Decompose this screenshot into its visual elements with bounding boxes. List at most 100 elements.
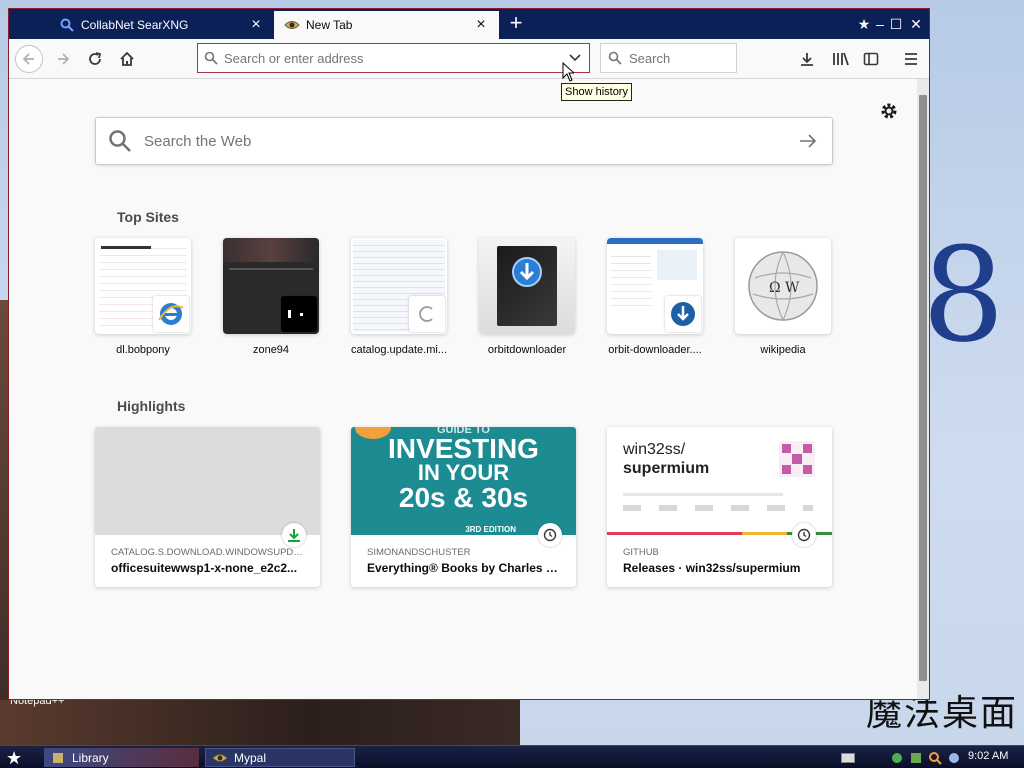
tab-new-tab[interactable]: New Tab × — [274, 11, 499, 39]
site-thumbnail — [223, 238, 319, 334]
site-title: orbit-downloader.... — [608, 344, 702, 356]
site-thumbnail: Ω W — [735, 238, 831, 334]
site-title: orbitdownloader — [487, 344, 567, 356]
search-go-button[interactable] — [784, 134, 832, 148]
library-app-icon — [50, 750, 66, 766]
top-site-tile[interactable]: orbitdownloader — [479, 238, 575, 356]
orbit-downloader-icon — [665, 296, 701, 332]
taskbar-item-library[interactable]: Library — [44, 748, 199, 767]
taskbar-item-label: Mypal — [234, 750, 267, 765]
download-icon — [282, 523, 306, 547]
highlight-card[interactable]: CATALOG.S.DOWNLOAD.WINDOWSUPDA... office… — [95, 427, 320, 587]
close-tab-icon[interactable]: × — [248, 17, 264, 33]
taskbar: ★ Library Mypal 9:02 AM — [0, 745, 1024, 768]
newtab-favicon-icon — [284, 17, 300, 33]
settings-gear-icon[interactable] — [879, 101, 899, 121]
book-cover-image: GUIDE TO INVESTING IN YOUR 20s & 30s 3RD… — [351, 427, 576, 535]
reload-icon — [89, 52, 102, 65]
top-sites-grid: dl.bobpony zone94 catalog.update.mi... o… — [95, 238, 863, 356]
site-title: wikipedia — [760, 344, 806, 356]
top-site-tile[interactable]: catalog.update.mi... — [351, 238, 447, 356]
taskbar-item-mypal[interactable]: Mypal — [205, 748, 355, 767]
network-icon[interactable] — [889, 750, 905, 766]
sidebar-icon — [863, 52, 879, 66]
close-window-button[interactable]: ✕ — [907, 15, 925, 33]
volume-icon[interactable] — [946, 750, 962, 766]
back-arrow-icon — [22, 53, 34, 65]
highlight-image — [95, 427, 320, 535]
github-identicon — [779, 441, 815, 477]
library-button[interactable] — [827, 45, 855, 73]
search-favicon-icon — [59, 17, 75, 33]
tab-title: CollabNet SearXNG — [81, 18, 189, 32]
reload-button[interactable] — [81, 45, 109, 73]
download-icon — [801, 53, 813, 66]
downloads-button[interactable] — [793, 45, 821, 73]
system-tray — [840, 748, 965, 767]
maximize-button[interactable]: ☐ — [887, 15, 905, 33]
tab-bar: CollabNet SearXNG × New Tab × + ★ – ☐ ✕ — [9, 9, 929, 39]
web-search-input[interactable] — [144, 132, 784, 150]
search-bar[interactable] — [600, 43, 737, 73]
site-title: dl.bobpony — [116, 344, 170, 356]
address-input[interactable] — [224, 44, 561, 72]
search-input[interactable] — [629, 50, 736, 66]
scrollbar-thumb[interactable] — [919, 95, 927, 681]
desktop-wallpaper-bottom — [0, 700, 520, 745]
arrow-right-icon — [800, 134, 817, 148]
forward-arrow-icon — [58, 53, 70, 65]
zone94-icon — [281, 296, 317, 332]
top-site-tile[interactable]: zone94 — [223, 238, 319, 356]
highlight-title: officesuitewwsp1-x-none_e2c2... — [111, 561, 298, 575]
hamburger-menu-icon — [905, 53, 917, 65]
site-thumbnail — [95, 238, 191, 334]
search-icon — [198, 51, 224, 65]
home-icon — [120, 51, 134, 66]
top-site-tile[interactable]: dl.bobpony — [95, 238, 191, 356]
top-site-tile[interactable]: orbit-downloader.... — [607, 238, 703, 356]
site-thumbnail — [479, 238, 575, 334]
forward-button[interactable] — [49, 45, 77, 73]
web-search-box[interactable] — [95, 117, 833, 165]
github-preview-image: win32ss/ supermium — [607, 427, 832, 535]
address-bar[interactable] — [197, 43, 590, 73]
new-tab-page: Top Sites dl.bobpony — [9, 79, 917, 699]
library-icon — [833, 52, 849, 66]
keyboard-icon[interactable] — [840, 750, 856, 766]
highlights-heading: Highlights — [117, 398, 186, 414]
highlight-title: Everything® Books by Charles Ti... — [367, 561, 562, 575]
wallpaper-graphic: 8 — [922, 219, 1005, 371]
highlight-source: CATALOG.S.DOWNLOAD.WINDOWSUPDA... — [111, 547, 306, 558]
new-tab-button[interactable]: + — [505, 12, 527, 35]
highlight-card[interactable]: GUIDE TO INVESTING IN YOUR 20s & 30s 3RD… — [351, 427, 576, 587]
chevron-down-icon — [569, 54, 581, 62]
tab-searxng[interactable]: CollabNet SearXNG × — [49, 11, 274, 39]
back-button[interactable] — [15, 45, 43, 73]
browser-window: CollabNet SearXNG × New Tab × + ★ – ☐ ✕ — [8, 8, 930, 700]
search-icon — [601, 51, 629, 65]
highlight-source: SIMONANDSCHUSTER — [367, 547, 471, 558]
highlight-source: GITHUB — [623, 547, 659, 558]
site-thumbnail — [351, 238, 447, 334]
wikipedia-globe-icon: Ω W — [748, 251, 818, 321]
site-title: catalog.update.mi... — [351, 344, 447, 356]
menu-button[interactable] — [897, 45, 925, 73]
top-site-tile[interactable]: Ω W wikipedia — [735, 238, 831, 356]
mouse-cursor-icon — [562, 62, 574, 82]
close-tab-icon[interactable]: × — [473, 17, 489, 33]
site-thumbnail — [607, 238, 703, 334]
search-tray-icon[interactable] — [927, 750, 943, 766]
sidebar-button[interactable] — [857, 45, 885, 73]
highlights-grid: CATALOG.S.DOWNLOAD.WINDOWSUPDA... office… — [95, 427, 863, 587]
tab-title: New Tab — [306, 18, 353, 32]
home-button[interactable] — [113, 45, 141, 73]
highlight-card[interactable]: win32ss/ supermium GITHUB Releases · win… — [607, 427, 832, 587]
start-button[interactable]: ★ — [6, 748, 26, 768]
show-history-tooltip: Show history — [561, 83, 632, 101]
navigation-toolbar — [9, 39, 929, 79]
tray-app-icon[interactable] — [908, 750, 924, 766]
orbit-download-icon — [512, 257, 542, 287]
vertical-scrollbar[interactable] — [917, 79, 929, 699]
taskbar-clock: 9:02 AM — [968, 750, 1009, 762]
top-sites-heading: Top Sites — [117, 209, 179, 225]
